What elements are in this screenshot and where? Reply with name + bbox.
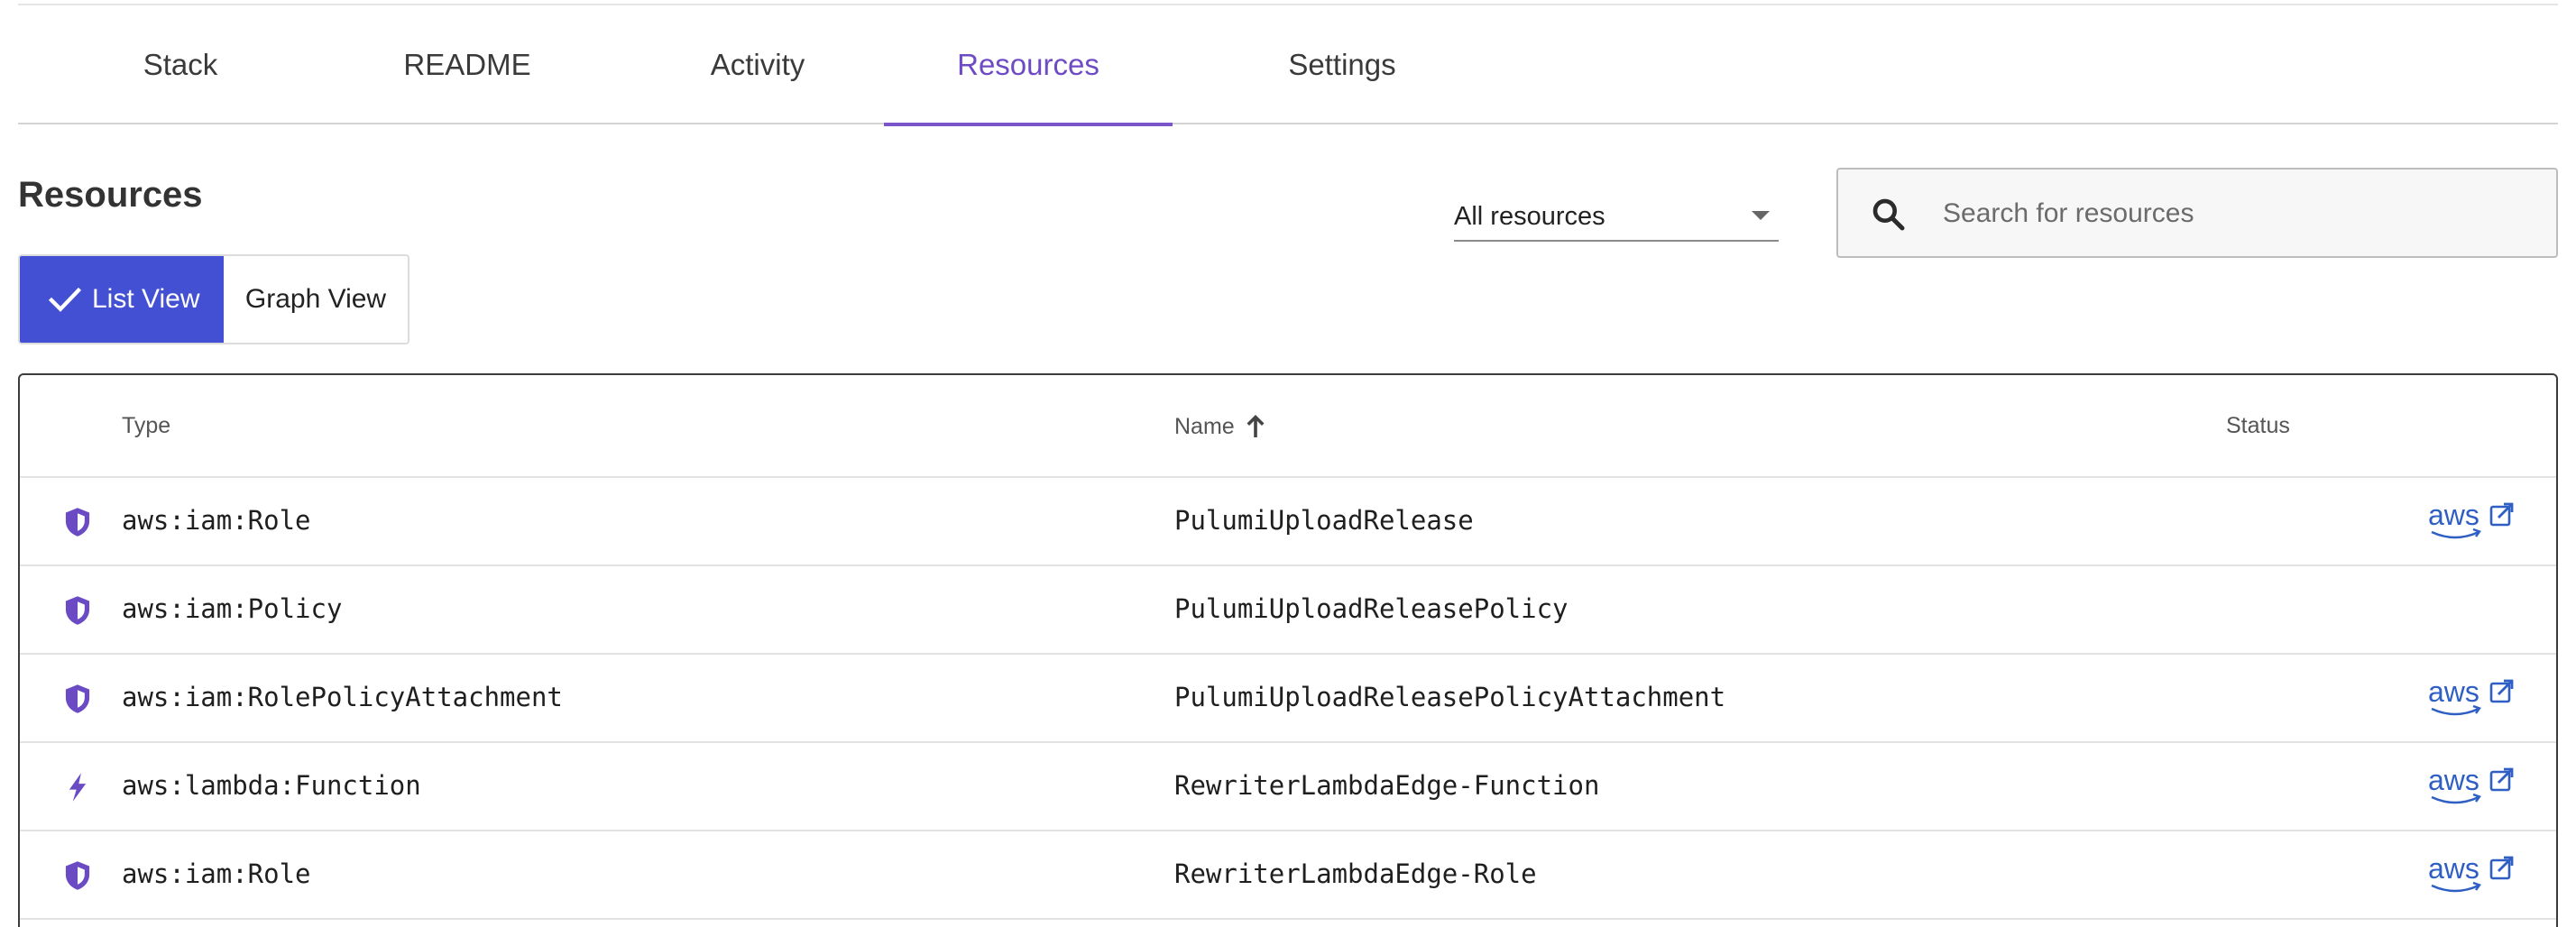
aws-console-link-icon: aws (2428, 764, 2514, 804)
search-box[interactable] (1836, 168, 2558, 258)
aws-console-link-icon: aws (2428, 499, 2514, 539)
resource-name: RewriterLambdaEdge-Function (1174, 770, 1600, 801)
tab-resources[interactable]: Resources (884, 5, 1173, 126)
tab-stack[interactable]: Stack (106, 5, 254, 124)
resource-type: aws:lambda:Function (122, 770, 421, 801)
search-icon (1872, 198, 1905, 231)
resources-table: Type Name Status aws:iam:Role PulumiUplo… (18, 373, 2558, 927)
column-header-status[interactable]: Status (2226, 413, 2290, 439)
caret-down-icon (1752, 211, 1770, 220)
view-toggle: List View Graph View (18, 254, 409, 344)
list-view-button[interactable]: List View (20, 256, 224, 343)
shield-icon (65, 596, 90, 625)
resource-type: aws:iam:Policy (122, 593, 343, 624)
resource-name: PulumiUploadReleasePolicy (1174, 593, 1569, 624)
lightning-icon (69, 773, 87, 802)
tab-readme[interactable]: README (364, 5, 570, 124)
shield-icon (65, 861, 90, 890)
resource-type: aws:iam:Role (122, 858, 311, 889)
aws-console-link[interactable]: aws (2428, 763, 2518, 813)
resource-name: RewriterLambdaEdge-Role (1174, 858, 1537, 889)
resource-filter-value: All resources (1454, 202, 1605, 231)
tab-settings[interactable]: Settings (1241, 5, 1443, 124)
tab-activity[interactable]: Activity (660, 5, 855, 124)
aws-console-link[interactable]: aws (2428, 498, 2518, 548)
page-title: Resources (18, 175, 203, 215)
search-input[interactable] (1943, 189, 2520, 238)
svg-text:aws: aws (2428, 852, 2479, 885)
stack-tabs: Stack README Activity Resources Settings (18, 5, 2558, 126)
sort-ascending-icon (1247, 414, 1265, 437)
svg-text:aws: aws (2428, 675, 2479, 708)
table-row[interactable]: aws:iam:RolePolicyAttachment PulumiUploa… (20, 655, 2556, 743)
table-header: Type Name Status (20, 375, 2556, 478)
svg-text:aws: aws (2428, 764, 2479, 796)
shield-icon (65, 508, 90, 537)
resource-type: aws:iam:RolePolicyAttachment (122, 682, 563, 712)
table-row[interactable]: aws:iam:Role RewriterLambdaEdge-Role aws (20, 831, 2556, 920)
check-icon (48, 287, 82, 312)
list-view-label: List View (92, 284, 200, 314)
aws-console-link[interactable]: aws (2428, 675, 2518, 725)
column-header-name[interactable]: Name (1174, 413, 1267, 440)
column-header-type[interactable]: Type (122, 413, 170, 439)
aws-console-link-icon: aws (2428, 852, 2514, 893)
resource-name: PulumiUploadRelease (1174, 505, 1474, 536)
table-row[interactable]: aws:iam:Policy PulumiUploadReleasePolicy (20, 566, 2556, 655)
svg-text:aws: aws (2428, 499, 2479, 531)
table-row[interactable]: aws:lambda:Function RewriterLambdaEdge-F… (20, 743, 2556, 831)
resource-filter-select[interactable]: All resources (1454, 193, 1779, 242)
aws-console-link-icon: aws (2428, 675, 2514, 716)
resource-name: PulumiUploadReleasePolicyAttachment (1174, 682, 1726, 712)
resource-type: aws:iam:Role (122, 505, 311, 536)
graph-view-button[interactable]: Graph View (224, 256, 408, 343)
table-row[interactable]: aws:iam:Role PulumiUploadRelease aws (20, 478, 2556, 566)
graph-view-label: Graph View (244, 284, 387, 314)
aws-console-link[interactable]: aws (2428, 851, 2518, 902)
shield-icon (65, 684, 90, 713)
